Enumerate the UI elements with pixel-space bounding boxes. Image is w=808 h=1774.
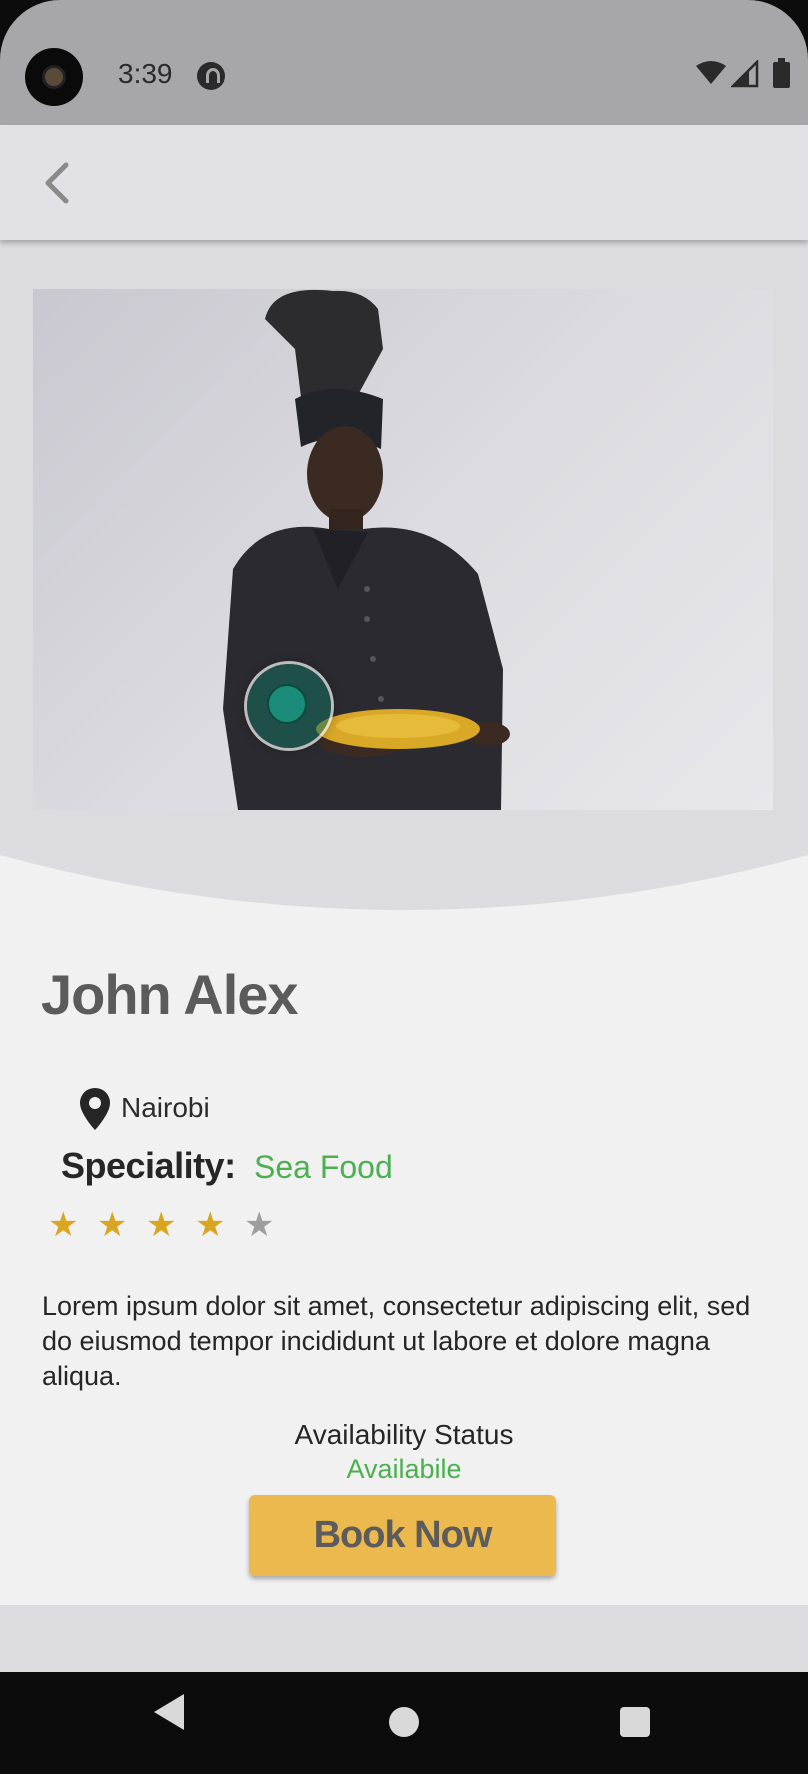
star-filled-icon: ★ <box>97 1205 128 1245</box>
location-text: Nairobi <box>121 1092 210 1123</box>
speciality-value: Sea Food <box>254 1149 393 1185</box>
location-pin-icon <box>80 1088 110 1130</box>
signal-icon <box>731 60 759 88</box>
star-filled-icon: ★ <box>48 1205 79 1245</box>
back-button[interactable] <box>30 153 90 213</box>
availability-label: Availability Status <box>294 1419 514 1450</box>
touch-indicator <box>247 664 331 748</box>
app-screen: 3:39 John Alex Nairobi Speciality: Sea F… <box>0 0 808 1672</box>
chef-photo <box>33 289 773 810</box>
front-camera <box>25 48 83 106</box>
star-empty-icon: ★ <box>244 1205 275 1245</box>
book-now-button[interactable]: Book Now <box>249 1495 556 1576</box>
hero-curve-divider <box>0 855 808 925</box>
chef-illustration <box>223 289 510 810</box>
notification-app-icon <box>197 62 225 90</box>
app-bar <box>0 125 808 240</box>
availability-status: Availabile <box>346 1454 462 1484</box>
chef-name: John Alex <box>41 963 299 1026</box>
status-bar: 3:39 <box>0 0 808 125</box>
nav-recents-icon[interactable] <box>620 1707 650 1737</box>
chevron-left-icon <box>45 162 69 204</box>
status-time: 3:39 <box>118 58 173 89</box>
bottom-strip <box>0 1605 808 1672</box>
battery-icon <box>773 58 790 88</box>
chef-description: Lorem ipsum dolor sit amet, consectetur … <box>42 1291 751 1391</box>
nav-back-icon[interactable] <box>150 1692 186 1732</box>
nav-home-icon[interactable] <box>389 1707 419 1737</box>
star-filled-icon: ★ <box>195 1205 226 1245</box>
wifi-icon <box>696 61 726 84</box>
speciality-label: Speciality: <box>61 1145 236 1186</box>
star-filled-icon: ★ <box>146 1205 177 1245</box>
